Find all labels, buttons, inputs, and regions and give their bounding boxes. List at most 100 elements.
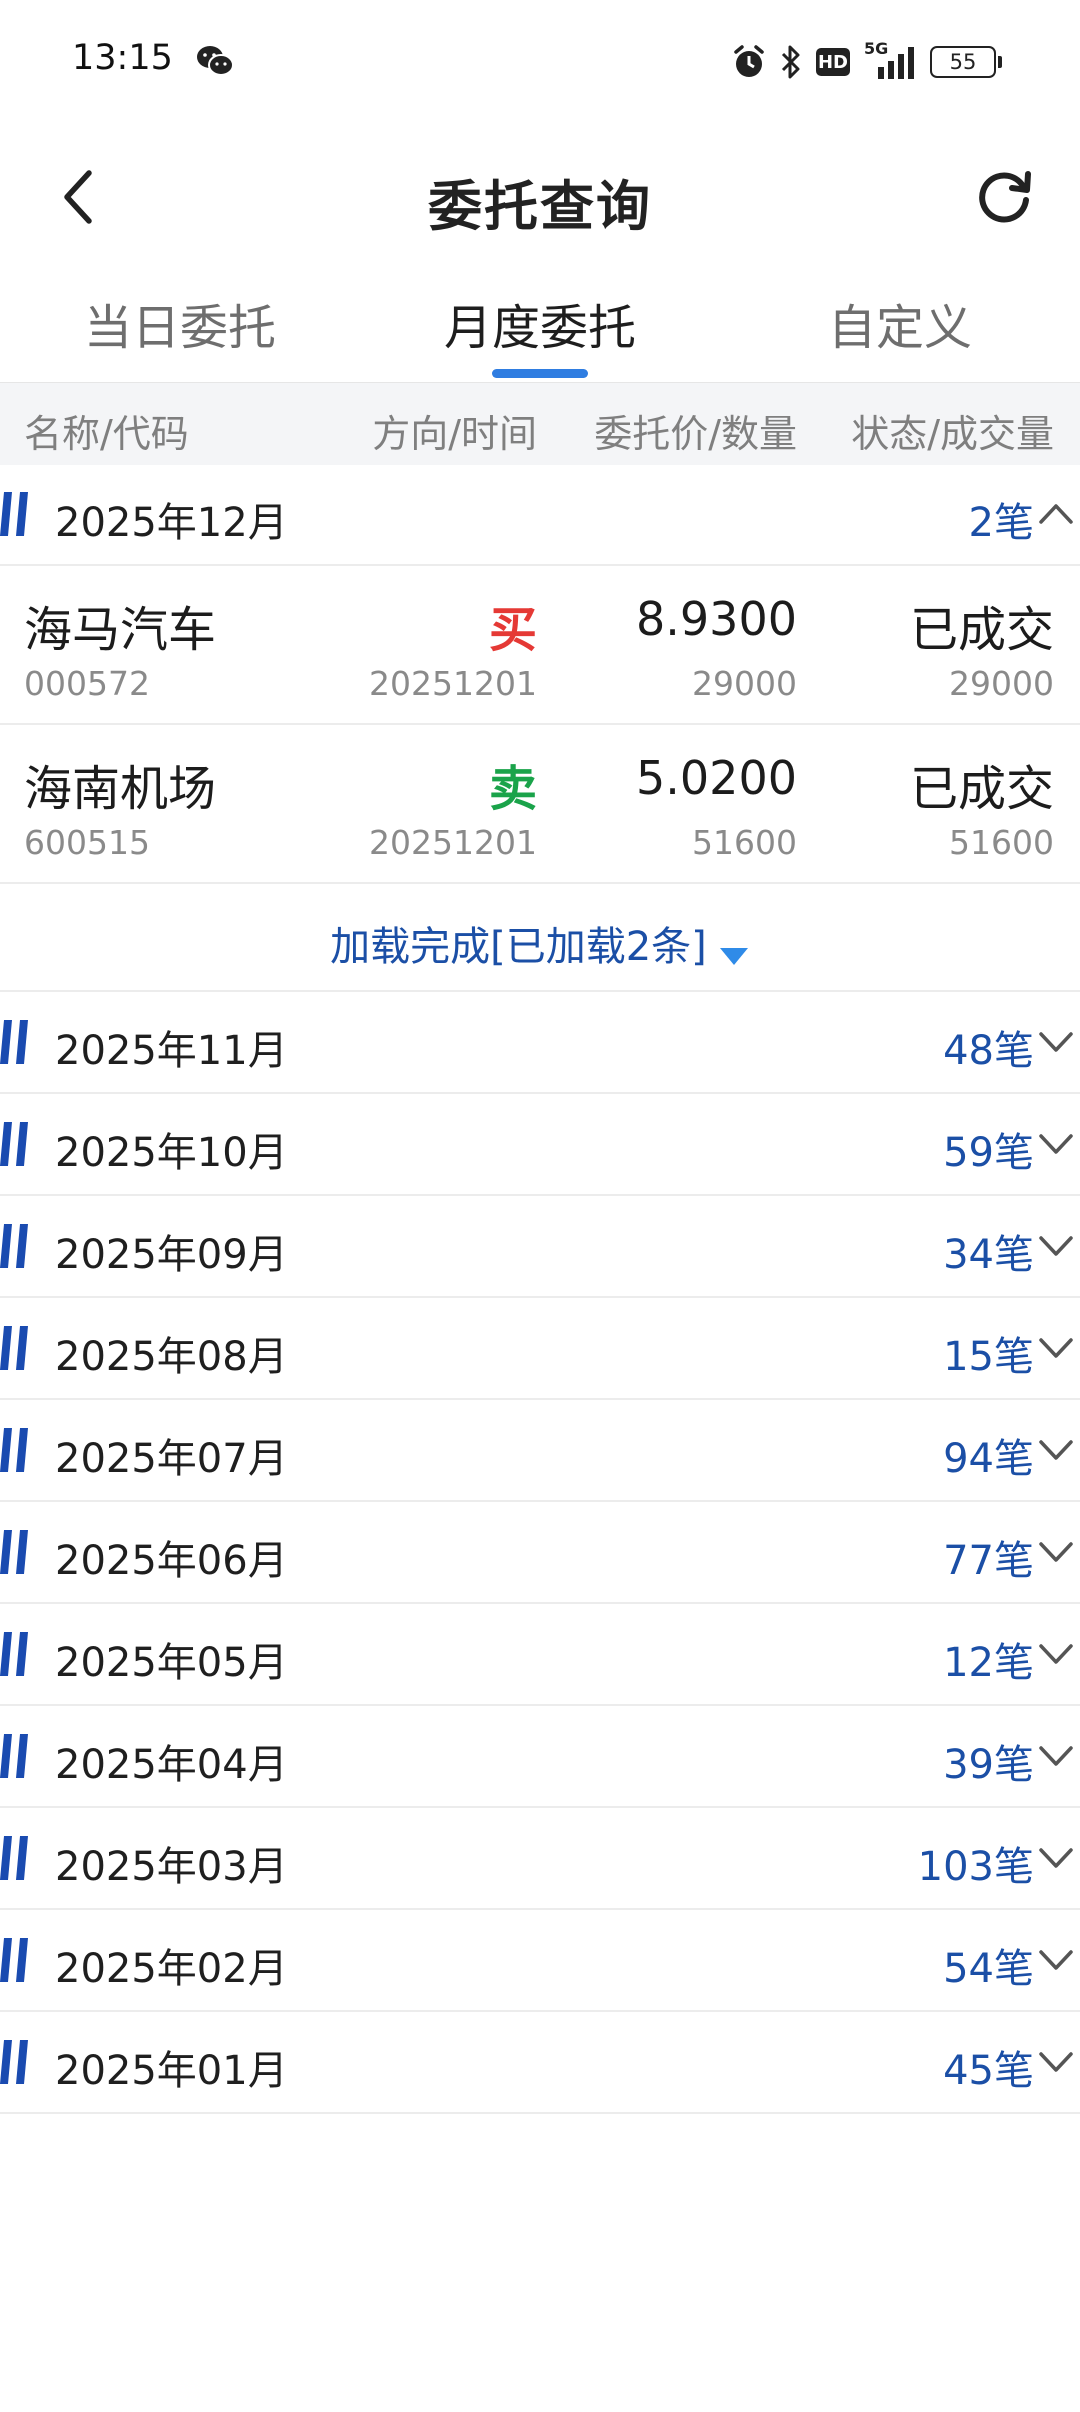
group-month: 2025年10月 [55, 1130, 288, 1176]
group-month: 2025年01月 [55, 2048, 288, 2094]
group-marker-icon [0, 1530, 28, 1574]
group-marker-icon [0, 1224, 28, 1268]
group-marker-icon [0, 1632, 28, 1676]
group-month: 2025年03月 [55, 1844, 288, 1890]
group-count: 59笔 [943, 1130, 1034, 1176]
chevron-down-icon [1039, 1950, 1073, 1970]
battery-icon: 55 [930, 46, 1002, 78]
order-row[interactable]: 海马汽车 000572 买 20251201 8.9300 29000 已成交 … [0, 566, 1080, 725]
group-month: 2025年04月 [55, 1742, 288, 1788]
column-price: 委托价/数量 [594, 412, 797, 456]
group-month: 2025年02月 [55, 1946, 288, 1992]
order-price: 8.9300 [636, 592, 797, 646]
chevron-down-icon [1039, 1848, 1073, 1868]
order-direction: 卖 [488, 761, 537, 817]
order-date: 20251201 [369, 823, 537, 862]
month-group-header[interactable]: 2025年06月 77笔 [0, 1502, 1080, 1604]
page-title: 委托查询 [428, 175, 652, 238]
group-count: 2笔 [968, 500, 1034, 546]
group-count: 15笔 [943, 1334, 1034, 1380]
tab-bar: 当日委托 月度委托 自定义 [0, 283, 1080, 381]
group-count: 45笔 [943, 2048, 1034, 2094]
chevron-down-icon [1039, 1032, 1073, 1052]
signal-icon: 5G [864, 39, 916, 81]
tab-daily[interactable]: 当日委托 [0, 283, 360, 373]
month-group-header[interactable]: 2025年07月 94笔 [0, 1400, 1080, 1502]
month-group-header[interactable]: 2025年11月 48笔 [0, 992, 1080, 1094]
tab-custom[interactable]: 自定义 [720, 283, 1080, 373]
order-list: 2025年12月 2笔 海马汽车 000572 买 20251201 8.930… [0, 464, 1080, 2114]
group-month: 2025年05月 [55, 1640, 288, 1686]
month-group-header[interactable]: 2025年04月 39笔 [0, 1706, 1080, 1808]
bluetooth-icon [781, 45, 800, 79]
chevron-down-icon [1039, 1644, 1073, 1664]
order-date: 20251201 [369, 664, 537, 703]
month-group-header[interactable]: 2025年03月 103笔 [0, 1808, 1080, 1910]
group-marker-icon [0, 2040, 28, 2084]
stock-name: 海南机场 [24, 761, 217, 817]
caret-down-icon [719, 947, 748, 965]
group-marker-icon [0, 1836, 28, 1880]
group-marker-icon [0, 1122, 28, 1166]
refresh-icon [979, 171, 1031, 223]
column-status: 状态/成交量 [851, 412, 1054, 456]
stock-code: 000572 [24, 664, 150, 703]
group-count: 103笔 [917, 1844, 1034, 1890]
group-count: 94笔 [943, 1436, 1034, 1482]
group-marker-icon [0, 1020, 28, 1064]
wechat-icon [197, 46, 234, 76]
refresh-button[interactable] [964, 160, 1044, 232]
group-month: 2025年07月 [55, 1436, 288, 1482]
stock-name: 海马汽车 [24, 602, 217, 658]
group-count: 12笔 [943, 1640, 1034, 1686]
alarm-icon [734, 45, 764, 77]
chevron-down-icon [1039, 2052, 1073, 2072]
group-month: 2025年12月 [55, 500, 288, 546]
chevron-down-icon [1039, 1746, 1073, 1766]
status-bar: 13:15 HD 5G 55 [0, 0, 1080, 125]
chevron-down-icon [1039, 1236, 1073, 1256]
month-group-header[interactable]: 2025年05月 12笔 [0, 1604, 1080, 1706]
order-quantity: 51600 [692, 823, 797, 862]
order-row[interactable]: 海南机场 600515 卖 20251201 5.0200 51600 已成交 … [0, 725, 1080, 884]
group-month: 2025年11月 [55, 1028, 288, 1074]
load-status-row[interactable]: 加载完成[已加载2条] [0, 884, 1080, 992]
filled-quantity: 29000 [949, 664, 1054, 703]
column-header: 名称/代码 方向/时间 委托价/数量 状态/成交量 [0, 382, 1080, 465]
column-direction: 方向/时间 [372, 412, 537, 456]
tab-monthly[interactable]: 月度委托 [360, 283, 720, 373]
chevron-down-icon [1039, 1542, 1073, 1562]
column-name: 名称/代码 [24, 412, 189, 456]
group-month: 2025年09月 [55, 1232, 288, 1278]
group-marker-icon [0, 1734, 28, 1778]
group-count: 54笔 [943, 1946, 1034, 1992]
group-count: 34笔 [943, 1232, 1034, 1278]
load-status-text: 加载完成[已加载2条] [330, 924, 707, 970]
chevron-down-icon [1039, 1338, 1073, 1358]
filled-quantity: 51600 [949, 823, 1054, 862]
hd-icon: HD [816, 48, 850, 76]
month-group-header[interactable]: 2025年02月 54笔 [0, 1910, 1080, 2012]
order-status: 已成交 [909, 602, 1054, 658]
month-group-header[interactable]: 2025年09月 34笔 [0, 1196, 1080, 1298]
chevron-down-icon [1039, 1440, 1073, 1460]
title-bar: 委托查询 [0, 140, 1080, 252]
group-marker-icon [0, 1938, 28, 1982]
month-group-header[interactable]: 2025年10月 59笔 [0, 1094, 1080, 1196]
month-group-list: 2025年11月 48笔 2025年10月 59笔 2025年09月 34笔 2… [0, 992, 1080, 2114]
chevron-down-icon [1039, 1134, 1073, 1154]
status-icons: HD 5G 55 [732, 39, 1002, 84]
active-tab-indicator [492, 369, 588, 378]
chevron-up-icon [1039, 504, 1073, 524]
group-count: 77笔 [943, 1538, 1034, 1584]
month-group-header[interactable]: 2025年08月 15笔 [0, 1298, 1080, 1400]
group-count: 39笔 [943, 1742, 1034, 1788]
order-status: 已成交 [909, 761, 1054, 817]
status-time: 13:15 [72, 38, 173, 78]
order-quantity: 29000 [692, 664, 797, 703]
group-marker-icon [0, 1428, 28, 1472]
order-direction: 买 [488, 602, 537, 658]
month-group-header[interactable]: 2025年01月 45笔 [0, 2012, 1080, 2114]
group-month: 2025年06月 [55, 1538, 288, 1584]
month-group-header[interactable]: 2025年12月 2笔 [0, 464, 1080, 566]
